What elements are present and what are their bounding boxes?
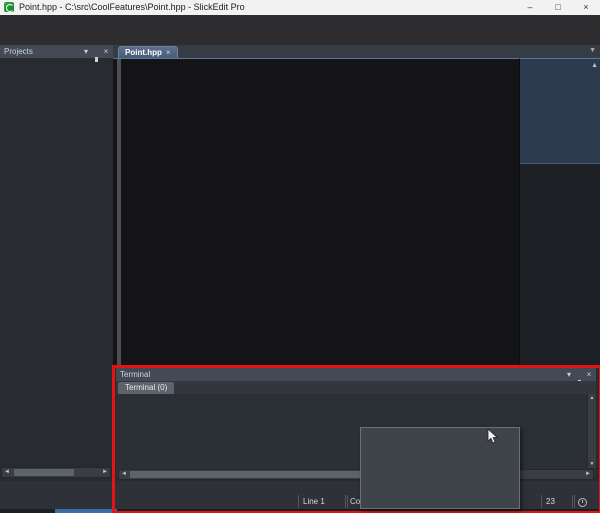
title-bar: Point.hpp - C:\src\CoolFeatures\Point.hp… <box>0 0 600 16</box>
panel-menu-icon[interactable]: ▾ <box>564 368 574 381</box>
terminal-panel-title: Terminal <box>120 370 150 379</box>
minimap[interactable]: ▲ <box>519 58 600 368</box>
close-button[interactable]: × <box>574 0 598 15</box>
clock-icon <box>578 498 587 507</box>
tab-overflow-icon[interactable]: ▼ <box>589 47 596 54</box>
code-editor[interactable] <box>113 58 519 368</box>
editor-tab-bar: Point.hpp× ▼ <box>113 45 600 58</box>
taskbar-sliver <box>0 509 600 513</box>
window-title: Point.hpp - C:\src\CoolFeatures\Point.hp… <box>19 0 245 15</box>
projects-panel-title: Projects <box>4 47 33 56</box>
maximize-button[interactable]: □ <box>546 0 570 15</box>
menu-bar <box>0 15 600 28</box>
projects-panel: Projects ▾× ◄► <box>0 45 114 468</box>
app-icon <box>4 2 14 12</box>
panel-menu-icon[interactable]: ▾ <box>81 45 91 58</box>
tab-close-icon[interactable]: × <box>166 48 171 57</box>
toolbar: no current context ▼ ✕ » <box>0 28 600 46</box>
taskbar-button <box>55 509 117 513</box>
editor-gutter <box>117 59 121 368</box>
terminal-panel: Terminal ▾ × Terminal (0) ▲▼ ◄► <box>116 368 596 479</box>
tab-terminal-0[interactable]: Terminal (0) <box>118 382 174 394</box>
status-clock-segment[interactable] <box>572 495 600 508</box>
status-line-indicator[interactable]: Line 1 <box>298 495 348 508</box>
projects-hscrollbar[interactable]: ◄► <box>1 467 111 478</box>
terminal-panel-header[interactable]: Terminal ▾ × <box>116 368 596 381</box>
slickedit-window: Point.hpp - C:\src\CoolFeatures\Point.hp… <box>0 0 600 513</box>
minimap-button-icon[interactable]: ▲ <box>591 62 598 69</box>
minimize-button[interactable]: – <box>518 0 542 15</box>
projects-panel-header[interactable]: Projects ▾ × <box>0 45 113 58</box>
terminal-tab-bar: Terminal (0) <box>116 381 596 394</box>
terminal-vscrollbar[interactable]: ▲▼ <box>587 394 596 468</box>
mouse-cursor <box>487 429 499 449</box>
close-icon[interactable]: × <box>101 45 111 58</box>
minimap-viewport[interactable] <box>520 59 600 164</box>
terminal-hscrollbar[interactable]: ◄► <box>118 469 594 480</box>
status-number-indicator[interactable]: 23 <box>541 495 575 508</box>
close-icon[interactable]: × <box>584 368 594 381</box>
